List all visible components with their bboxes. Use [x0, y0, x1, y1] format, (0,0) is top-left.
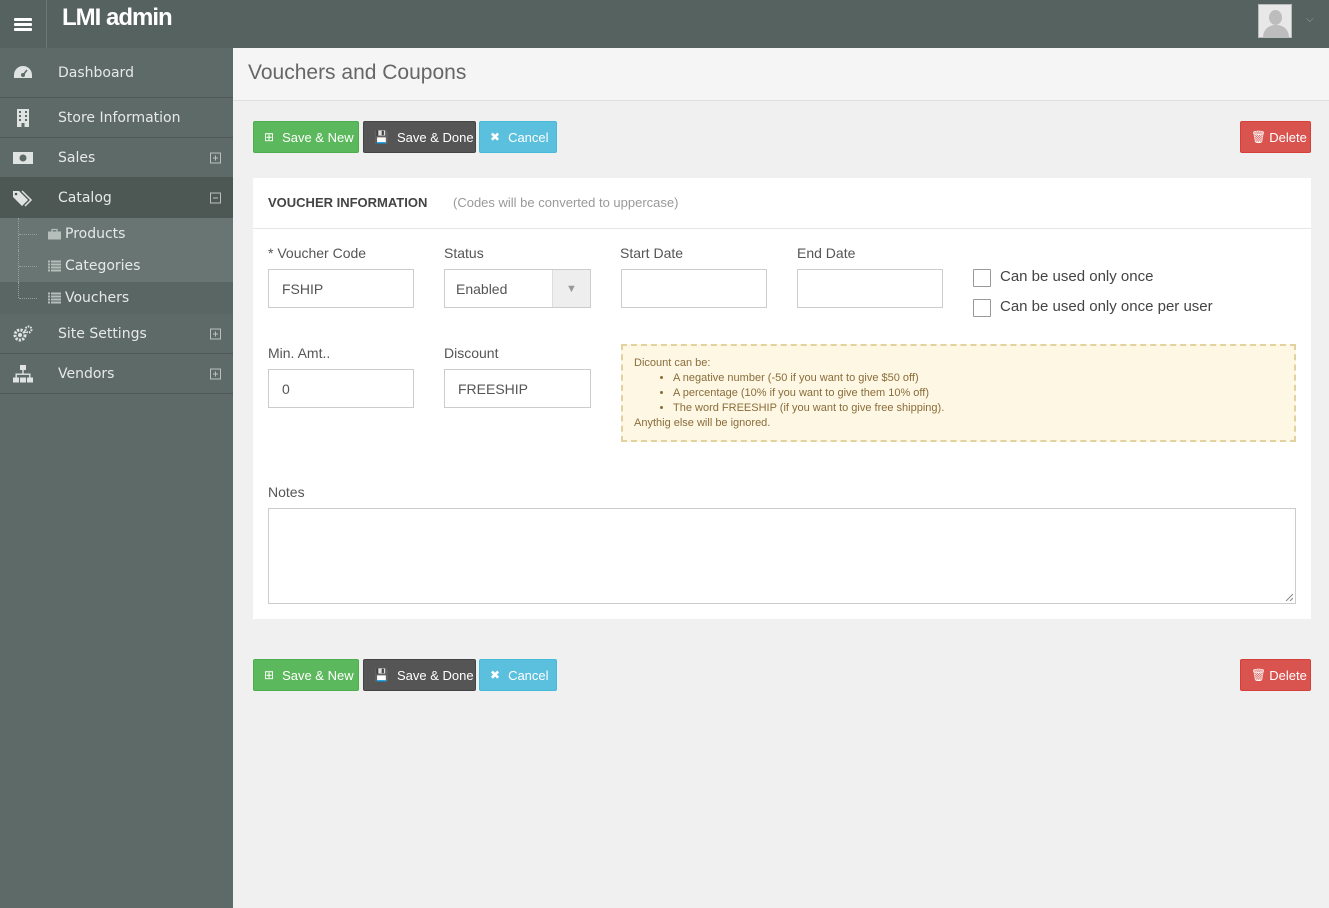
sidebar-item-label: Sales	[58, 149, 96, 166]
help-list: A negative number (-50 if you want to gi…	[634, 371, 1283, 416]
cogs-icon	[13, 325, 33, 341]
sidebar-item-dashboard[interactable]: Dashboard	[0, 48, 233, 98]
start-date-input[interactable]	[621, 269, 767, 308]
end-date-label: End Date	[797, 245, 856, 261]
tags-icon	[13, 189, 33, 207]
sidebar-item-label: Vendors	[58, 365, 115, 382]
list-icon	[48, 260, 61, 272]
section-hint: (Codes will be converted to uppercase)	[453, 195, 679, 210]
page-title: Vouchers and Coupons	[248, 61, 467, 84]
section-title: VOUCHER INFORMATION	[268, 195, 428, 210]
trash-icon: 🗑	[1251, 668, 1267, 682]
delete-button[interactable]: 🗑 Delete	[1240, 121, 1311, 153]
end-date-input[interactable]	[797, 269, 943, 308]
voucher-information-panel: VOUCHER INFORMATION (Codes will be conve…	[253, 178, 1311, 619]
trash-icon: 🗑	[1251, 130, 1267, 144]
chevron-down-icon[interactable]: ⌵	[1306, 14, 1314, 25]
once-label[interactable]: Can be used only once	[1000, 268, 1153, 285]
sidebar-item-label: Dashboard	[58, 64, 134, 81]
save-done-button[interactable]: 💾 Save & Done	[363, 121, 476, 153]
close-icon: ✖	[490, 668, 501, 682]
min-amt-label: Min. Amt..	[268, 345, 331, 361]
once-checkbox[interactable]	[973, 269, 991, 287]
top-bar: LMI admin ⌵	[0, 0, 1329, 48]
save-done-button[interactable]: 💾 Save & Done	[363, 659, 476, 691]
shopping-bag-icon	[48, 228, 61, 240]
panel-header: VOUCHER INFORMATION (Codes will be conve…	[253, 178, 1311, 229]
sidebar-item-store-information[interactable]: Store Information	[0, 98, 233, 138]
hamburger-icon	[14, 16, 32, 33]
plus-square-icon: ⊞	[264, 668, 275, 682]
collapse-icon[interactable]	[210, 192, 221, 203]
list-icon	[48, 292, 61, 304]
user-avatar-icon[interactable]	[1258, 4, 1292, 38]
help-outro: Anythig else will be ignored.	[634, 417, 771, 429]
voucher-code-label: * Voucher Code	[268, 245, 367, 261]
discount-label: Discount	[444, 345, 499, 361]
start-date-label: Start Date	[620, 245, 684, 261]
once-per-user-label[interactable]: Can be used only once per user	[1000, 298, 1213, 315]
sidebar-item-vouchers[interactable]: Vouchers	[0, 282, 233, 314]
sidebar-item-vendors[interactable]: Vendors	[0, 354, 233, 394]
plus-square-icon: ⊞	[264, 130, 275, 144]
notes-textarea[interactable]	[268, 508, 1296, 604]
status-select[interactable]: Enabled ▼	[444, 269, 591, 308]
sidebar-item-label: Store Information	[58, 109, 181, 126]
close-icon: ✖	[490, 130, 501, 144]
sitemap-icon	[13, 364, 33, 382]
notes-label: Notes	[268, 484, 305, 500]
money-icon	[13, 151, 33, 164]
sidebar-item-label: Vouchers	[65, 290, 130, 306]
brand-logo[interactable]: LMI admin	[62, 4, 173, 32]
main-content: Vouchers and Coupons ⊞ Save & New 💾 Save…	[233, 48, 1329, 908]
resize-handle-icon[interactable]	[1285, 593, 1293, 601]
voucher-code-input[interactable]: FSHIP	[268, 269, 414, 308]
sidebar-item-categories[interactable]: Categories	[0, 250, 233, 282]
dashboard-icon	[14, 65, 32, 78]
sidebar-item-label: Catalog	[58, 189, 112, 206]
once-per-user-checkbox[interactable]	[973, 299, 991, 317]
cancel-button[interactable]: ✖ Cancel	[479, 659, 557, 691]
delete-button[interactable]: 🗑 Delete	[1240, 659, 1311, 691]
expand-icon[interactable]	[210, 152, 221, 163]
save-new-button[interactable]: ⊞ Save & New	[253, 121, 359, 153]
discount-help-box: Dicount can be: A negative number (-50 i…	[621, 344, 1296, 442]
help-item: A percentage (10% if you want to give th…	[673, 386, 1283, 401]
building-icon	[17, 108, 29, 127]
sidebar-item-sales[interactable]: Sales	[0, 138, 233, 178]
floppy-disk-icon: 💾	[374, 130, 389, 144]
sidebar-item-label: Products	[65, 226, 126, 242]
floppy-disk-icon: 💾	[374, 668, 389, 682]
status-label: Status	[444, 245, 484, 261]
sidebar-item-label: Site Settings	[58, 325, 147, 342]
help-item: A negative number (-50 if you want to gi…	[673, 371, 1283, 386]
save-new-button[interactable]: ⊞ Save & New	[253, 659, 359, 691]
min-amt-input[interactable]: 0	[268, 369, 414, 408]
catalog-submenu: Products Categories Vouchers	[0, 218, 233, 314]
expand-icon[interactable]	[210, 328, 221, 339]
help-intro: Dicount can be:	[634, 357, 711, 369]
sidebar-item-site-settings[interactable]: Site Settings	[0, 314, 233, 354]
caret-down-icon: ▼	[552, 270, 590, 307]
cancel-button[interactable]: ✖ Cancel	[479, 121, 557, 153]
sidebar-item-catalog[interactable]: Catalog	[0, 178, 233, 218]
page-header: Vouchers and Coupons	[233, 48, 1329, 101]
sidebar: Dashboard Store Information Sales Catalo…	[0, 48, 233, 908]
expand-icon[interactable]	[210, 368, 221, 379]
discount-input[interactable]: FREESHIP	[444, 369, 591, 408]
menu-toggle-button[interactable]	[0, 0, 47, 48]
help-item: The word FREESHIP (if you want to give f…	[673, 401, 1283, 416]
sidebar-item-label: Categories	[65, 258, 141, 274]
sidebar-item-products[interactable]: Products	[0, 218, 233, 250]
